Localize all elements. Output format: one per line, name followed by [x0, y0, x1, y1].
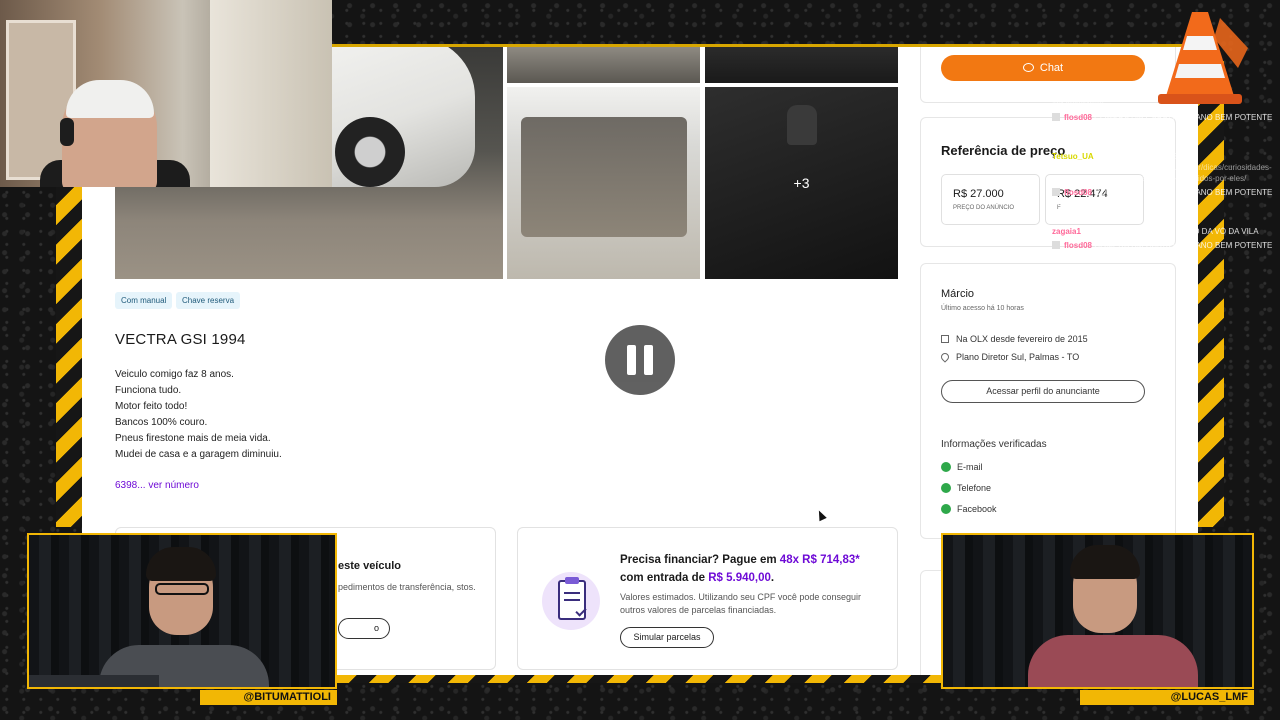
- seller-profile-button[interactable]: Acessar perfil do anunciante: [941, 380, 1145, 403]
- cam-label-left: @BITUMATTIOLI: [200, 690, 337, 705]
- chat-message: @KirokoMillan: [1052, 98, 1278, 109]
- stream-chat: @KirokoMillan flosd08 COMPRA UM CARRO ITA…: [1052, 98, 1278, 279]
- verified-facebook: Facebook: [941, 504, 997, 514]
- transfer-button[interactable]: o: [338, 618, 390, 639]
- chat-text: @Rerokity11: [1052, 138, 1098, 147]
- seat-image: [787, 105, 817, 145]
- chat-message: flosd08 COMPRA UM CARRO ITALIANO BEM POT…: [1052, 187, 1278, 209]
- seller-card: Márcio Último acesso há 10 horas Na OLX …: [920, 263, 1176, 539]
- listing-price: R$ 27.000: [953, 188, 1004, 200]
- description-line: Veiculo comigo faz 8 anos.: [115, 369, 234, 380]
- calendar-icon: [941, 335, 949, 343]
- guest-webcam-left: [27, 533, 337, 689]
- moderator-badge-icon: [1052, 241, 1060, 249]
- chat-message: flosd08 COMPRA UM CARRO ITALIANO BEM POT…: [1052, 240, 1278, 262]
- finance-card: Precisa financiar? Pague em 48x R$ 714,8…: [517, 527, 898, 670]
- chat-message: @Rerokity11: [1052, 265, 1278, 276]
- location-pin-icon: [939, 351, 951, 363]
- chat-message: flosd08 COMPRA UM CARRO ITALIANO BEM POT…: [1052, 112, 1278, 134]
- description-line: Mudei de casa e a garagem diminuiu.: [115, 449, 282, 460]
- chat-button[interactable]: Chat: [941, 55, 1145, 81]
- listing-price-box: R$ 27.000 PREÇO DO ANÚNCIO: [941, 174, 1040, 225]
- chat-username[interactable]: Tetsuo_UA: [1052, 152, 1094, 161]
- seller-name: Márcio: [941, 288, 975, 300]
- cam-label-right: @LUCAS_LMF: [1080, 690, 1254, 705]
- tag-com-manual: Com manual: [115, 292, 173, 309]
- chat-text: @Rerokity11 COMPRA O PALIO DA VÓ DA VILA: [1083, 227, 1259, 236]
- transfer-description: pedimentos de transferência, stos.: [338, 582, 476, 592]
- installments-value: 48x R$ 714,83*: [779, 554, 860, 566]
- verified-email: E-mail: [941, 462, 983, 472]
- chat-text: @Rerokity11: [1052, 213, 1098, 222]
- moderator-badge-icon: [1052, 188, 1060, 196]
- chat-message: zagaia1 @Rerokity11 COMPRA O PALIO DA VÓ…: [1052, 226, 1278, 237]
- price-reference-title: Referência de preço: [941, 143, 1066, 158]
- transfer-title: este veículo: [338, 560, 401, 572]
- more-photos-count: +3: [793, 175, 810, 191]
- listing-description: Veiculo comigo faz 8 anos. Funciona tudo…: [115, 367, 282, 463]
- verified-info-title: Informações verificadas: [941, 439, 1047, 450]
- listing-title: VECTRA GSI 1994: [115, 331, 246, 348]
- seller-since: Na OLX desde fevereiro de 2015: [941, 334, 1088, 344]
- simulate-installments-button[interactable]: Simular parcelas: [620, 627, 714, 648]
- chat-username[interactable]: zagaia1: [1052, 227, 1081, 236]
- pause-icon: [627, 345, 636, 375]
- chat-card: Chat: [920, 47, 1176, 103]
- streamer-webcam: [0, 0, 332, 187]
- clipboard-icon: [542, 572, 600, 630]
- trunk-image: [521, 117, 687, 237]
- verified-phone: Telefone: [941, 483, 991, 493]
- tag-chave-reserva: Chave reserva: [176, 292, 241, 309]
- video-pause-button[interactable]: [605, 325, 675, 395]
- check-circle-icon: [941, 462, 951, 472]
- seller-location: Plano Diretor Sul, Palmas - TO: [939, 351, 1079, 363]
- description-line: Bancos 100% couro.: [115, 417, 208, 428]
- chat-text: @KirokoMillan: [1052, 99, 1104, 108]
- hazard-stripe-bottom: [337, 675, 941, 683]
- chat-message: @Rerokity11: [1052, 212, 1278, 223]
- seller-last-access: Último acesso há 10 horas: [941, 305, 1024, 312]
- chat-username[interactable]: flosd08: [1064, 113, 1092, 122]
- finance-note: Valores estimados. Utilizando seu CPF vo…: [620, 592, 861, 615]
- guest-webcam-right: [941, 533, 1254, 689]
- chat-message: @Rerokity11: [1052, 137, 1278, 148]
- description-line: Motor feito todo!: [115, 401, 188, 412]
- description-line: Funciona tudo.: [115, 385, 182, 396]
- more-photos-thumb[interactable]: +3: [705, 87, 898, 279]
- thumb-photo-trunk[interactable]: [507, 87, 700, 279]
- finance-headline: Precisa financiar? Pague em 48x R$ 714,8…: [620, 554, 860, 584]
- chat-bubble-icon: [1022, 63, 1034, 72]
- listing-price-label: PREÇO DO ANÚNCIO: [953, 205, 1015, 211]
- moderator-badge-icon: [1052, 113, 1060, 121]
- car-wheel: [335, 117, 405, 187]
- show-phone-link[interactable]: 6398... ver número: [115, 480, 199, 491]
- chat-text: @Rerokity11: [1052, 266, 1098, 275]
- chat-username[interactable]: flosd08: [1064, 241, 1092, 250]
- chat-message: Tetsuo_UA @Rerokity11 OLHA ESSA https://…: [1052, 151, 1278, 184]
- traffic-cone-icon: [1158, 12, 1248, 104]
- down-payment-value: R$ 5.940,00: [708, 572, 771, 584]
- thumb-photo[interactable]: [705, 47, 898, 83]
- check-circle-icon: [941, 483, 951, 493]
- check-circle-icon: [941, 504, 951, 514]
- pause-icon: [644, 345, 653, 375]
- chat-username[interactable]: flosd08: [1064, 188, 1092, 197]
- thumb-photo[interactable]: [507, 47, 700, 83]
- description-line: Pneus firestone mais de meia vida.: [115, 433, 271, 444]
